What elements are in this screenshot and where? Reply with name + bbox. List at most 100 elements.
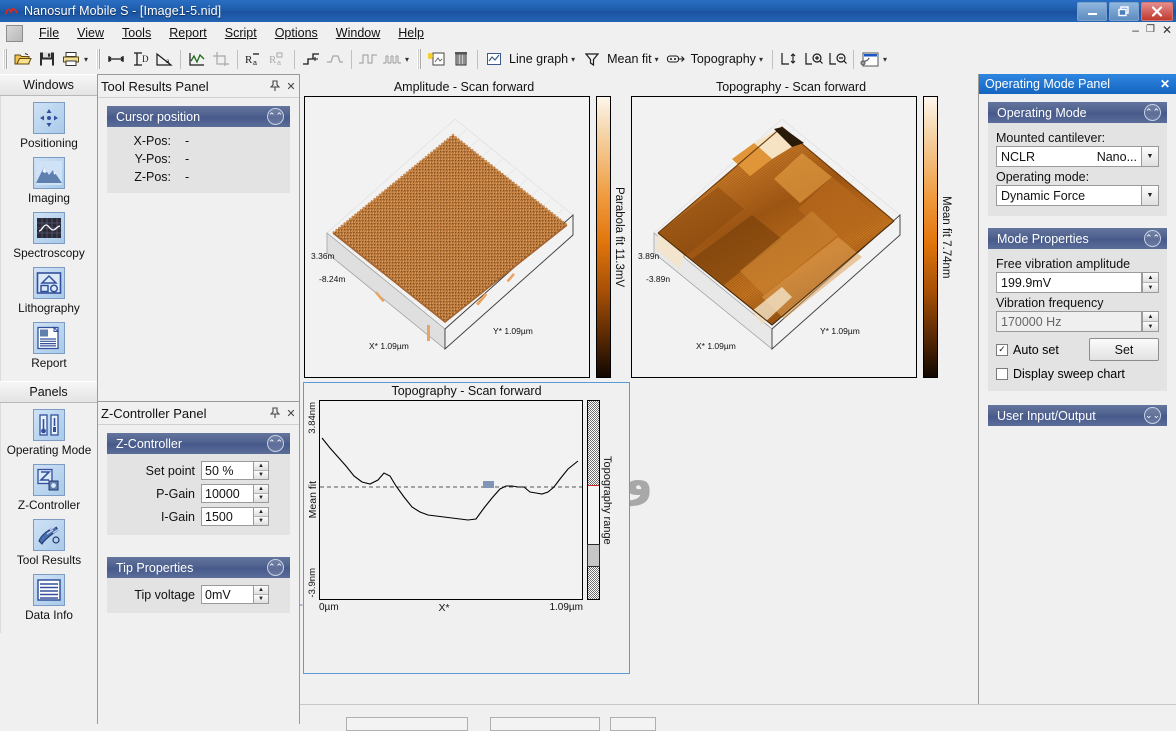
delete-image-icon[interactable] [449, 48, 473, 71]
sidebar-item-data-info[interactable]: Data Info [1, 574, 97, 622]
sidebar-item-lithography[interactable]: Lithography [1, 267, 97, 315]
menu-view[interactable]: View [68, 24, 113, 42]
tip-properties-group-header[interactable]: Tip Properties ⌃⌃ [107, 557, 290, 578]
free-vibration-amplitude-box[interactable]: 199.9mV [996, 272, 1142, 293]
user-input-output-group-header[interactable]: User Input/Output ⌄⌄ [988, 405, 1167, 426]
operating-mode-close-icon[interactable]: ✕ [1158, 77, 1172, 91]
mdi-minimize-button[interactable]: – [1132, 24, 1139, 36]
igain-down-arrow[interactable]: ▼ [254, 517, 268, 525]
display-sweep-chart-checkbox[interactable] [996, 368, 1008, 380]
pgain-down-arrow[interactable]: ▼ [254, 494, 268, 502]
channel-dropdown-arrow[interactable]: ▾ [758, 55, 768, 64]
topography-plot-area[interactable]: 3.89n -3.89n X* 1.09µm Y* 1.09µm [631, 96, 917, 378]
set-button[interactable]: Set [1089, 338, 1159, 361]
topography-chart-window[interactable]: Topography - Scan forward 3.89n -3.89n X… [630, 78, 952, 383]
menu-script[interactable]: Script [216, 24, 266, 42]
roughness-ra-icon[interactable]: Ra [242, 48, 266, 71]
chevron-up-icon-5[interactable]: ⌃⌃ [1144, 230, 1161, 247]
sidebar-item-z-controller[interactable]: Z-Controller [1, 464, 97, 512]
chart-type-dropdown-arrow[interactable]: ▾ [570, 55, 580, 64]
save-icon[interactable] [35, 48, 59, 71]
toolbar-grip-2[interactable] [96, 49, 102, 69]
igain-up-arrow[interactable]: ▲ [254, 508, 268, 517]
auto-set-checkbox[interactable]: ✓ [996, 343, 1008, 356]
igain-field[interactable]: ▲▼ [201, 507, 269, 526]
close-icon-2[interactable]: ✕ [283, 405, 299, 421]
pgain-stepper[interactable]: ▲ ▼ [253, 484, 269, 503]
chevron-down-icon-userio[interactable]: ⌄⌄ [1144, 407, 1161, 424]
sidebar-item-positioning[interactable]: Positioning [1, 102, 97, 150]
vibration-frequency-stepper[interactable]: ▲ ▼ [1142, 311, 1159, 332]
mounted-cantilever-combo[interactable]: NCLR Nano... ▼ [996, 146, 1159, 167]
frequency-up-arrow[interactable]: ▲ [1143, 312, 1158, 322]
print-icon[interactable] [59, 48, 83, 71]
operating-mode-combo[interactable]: Dynamic Force ▼ [996, 185, 1159, 206]
periodicity-icon[interactable] [380, 48, 404, 71]
sidebar-item-report[interactable]: Report [1, 322, 97, 370]
pulse-width-icon[interactable] [356, 48, 380, 71]
new-image-icon[interactable] [425, 48, 449, 71]
measure-toolbar-overflow[interactable]: ▾ [404, 55, 414, 64]
horizontal-distance-icon[interactable] [104, 48, 128, 71]
color-palette-icon[interactable] [858, 48, 882, 71]
sidebar-item-spectroscopy[interactable]: Spectroscopy [1, 212, 97, 260]
z-range-icon[interactable] [777, 48, 801, 71]
restore-button[interactable] [1109, 2, 1139, 21]
vertical-distance-icon[interactable]: D [128, 48, 152, 71]
pin-icon[interactable] [267, 78, 283, 94]
sidebar-item-imaging[interactable]: Imaging [1, 157, 97, 205]
amplitude-plot-area[interactable]: 3.36m -8.24m X* 1.09µm Y* 1.09µm [304, 96, 590, 378]
cursor-position-group-header[interactable]: Cursor position ⌃⌃ [107, 106, 290, 127]
close-icon[interactable]: ✕ [283, 78, 299, 94]
z-controller-group-header[interactable]: Z-Controller ⌃⌃ [107, 433, 290, 454]
tip-voltage-input[interactable] [201, 585, 253, 604]
pgain-field[interactable]: ▲▼ [201, 484, 269, 503]
chevron-up-icon-3[interactable]: ⌃⌃ [267, 559, 284, 576]
crop-icon[interactable] [209, 48, 233, 71]
pgain-input[interactable] [201, 484, 253, 503]
tip-voltage-down-arrow[interactable]: ▼ [254, 595, 268, 603]
line-graph-icon[interactable] [185, 48, 209, 71]
filter-icon[interactable] [580, 48, 604, 71]
file-toolbar-overflow[interactable]: ▾ [83, 55, 93, 64]
step-level-icon[interactable] [323, 48, 347, 71]
amplitude-down-arrow[interactable]: ▼ [1143, 283, 1158, 292]
setpoint-input[interactable] [201, 461, 253, 480]
mounted-cantilever-box[interactable]: NCLR Nano... [996, 146, 1142, 167]
sidebar-item-operating-mode[interactable]: Operating Mode [1, 409, 97, 457]
menu-file[interactable]: File [30, 24, 68, 42]
minimize-button[interactable] [1077, 2, 1107, 21]
pgain-up-arrow[interactable]: ▲ [254, 485, 268, 494]
menu-help[interactable]: Help [389, 24, 433, 42]
toolbar-grip-3[interactable] [417, 49, 423, 69]
filter-dropdown-arrow[interactable]: ▾ [654, 55, 664, 64]
chevron-down-icon-cantilever[interactable]: ▼ [1142, 146, 1159, 167]
menu-tools[interactable]: Tools [113, 24, 160, 42]
igain-stepper[interactable]: ▲ ▼ [253, 507, 269, 526]
tip-voltage-stepper[interactable]: ▲ ▼ [253, 585, 269, 604]
menu-options[interactable]: Options [266, 24, 327, 42]
channel-label[interactable]: Topography [688, 52, 758, 66]
menu-report[interactable]: Report [160, 24, 216, 42]
menu-window[interactable]: Window [327, 24, 389, 42]
filter-label[interactable]: Mean fit [604, 52, 653, 66]
chevron-down-icon-mode[interactable]: ▼ [1142, 185, 1159, 206]
zoom-out-icon[interactable] [825, 48, 849, 71]
mode-properties-group-header[interactable]: Mode Properties ⌃⌃ [988, 228, 1167, 249]
igain-input[interactable] [201, 507, 253, 526]
setpoint-field[interactable]: ▲▼ [201, 461, 269, 480]
step-height-icon[interactable] [299, 48, 323, 71]
close-button[interactable] [1141, 2, 1173, 21]
tip-voltage-field[interactable]: ▲▼ [201, 585, 269, 604]
free-vibration-amplitude-stepper[interactable]: ▲ ▼ [1142, 272, 1159, 293]
setpoint-down-arrow[interactable]: ▼ [254, 471, 268, 479]
vibration-frequency-field[interactable]: 170000 Hz ▲ ▼ [996, 311, 1159, 332]
angle-icon[interactable]: a [152, 48, 176, 71]
range-thumb[interactable] [587, 544, 600, 567]
free-vibration-amplitude-field[interactable]: 199.9mV ▲ ▼ [996, 272, 1159, 293]
sidebar-item-tool-results[interactable]: Tool Results [1, 519, 97, 567]
mdi-close-button[interactable]: ✕ [1162, 24, 1172, 36]
chart-type-label[interactable]: Line graph [506, 52, 570, 66]
line-graph-plot-area[interactable] [319, 400, 583, 600]
operating-mode-group-header[interactable]: Operating Mode ⌃⌃ [988, 102, 1167, 123]
